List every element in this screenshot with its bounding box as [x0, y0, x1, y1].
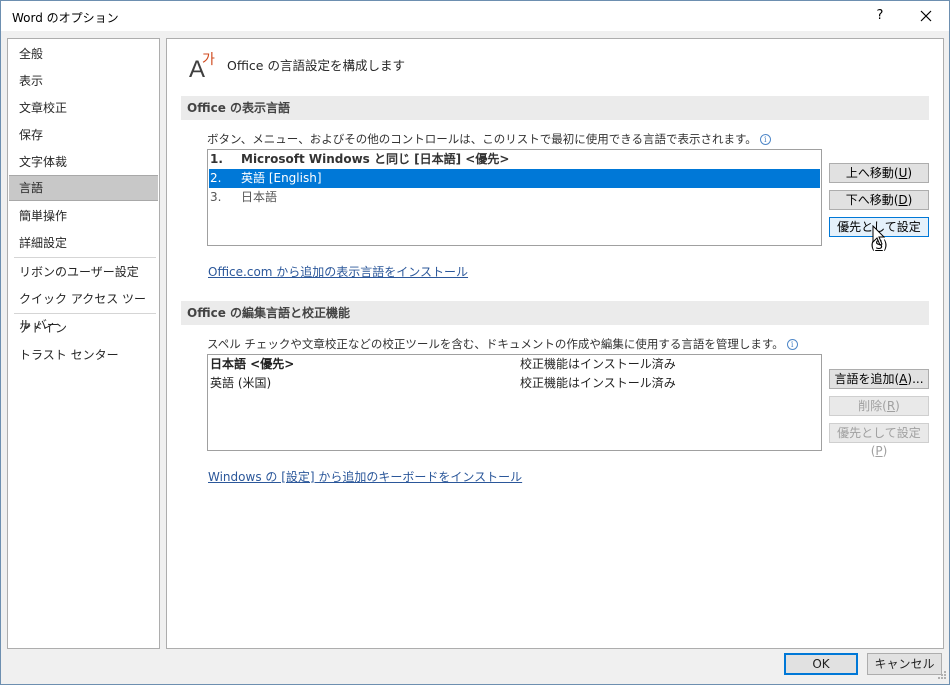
set-preferred-accesskey: P [875, 444, 883, 458]
sidebar-item-advanced[interactable]: 詳細設定 [9, 230, 158, 256]
list-item-label: 英語 [English] [241, 171, 322, 185]
move-up-label: 上へ移動( [845, 166, 899, 180]
sidebar-item-proofing[interactable]: 文章校正 [9, 95, 158, 121]
add-language-suffix: )... [907, 372, 924, 386]
info-icon[interactable]: i [759, 134, 771, 145]
close-paren: ) [907, 193, 913, 207]
editing-language-description: スペル チェックや文章校正などの校正ツールを含む、ドキュメントの作成や編集に使用… [207, 336, 798, 352]
remove-label: 削除( [858, 399, 887, 413]
sidebar-item-accessibility[interactable]: 簡単操作 [9, 203, 158, 229]
close-icon [920, 10, 932, 22]
list-item-number: 2. [210, 171, 222, 185]
remove-accesskey: R [886, 399, 896, 413]
list-item-number: 3. [210, 190, 222, 204]
title-bar: Word のオプション ? [1, 1, 949, 31]
list-item[interactable]: 2. 英語 [English] [209, 169, 820, 188]
display-language-section-title: Office の表示言語 [181, 96, 929, 120]
help-button[interactable]: ? [865, 3, 895, 29]
svg-text:가: 가 [202, 52, 215, 68]
sidebar-item-display[interactable]: 表示 [9, 68, 158, 94]
move-down-label: 下へ移動( [845, 193, 899, 207]
move-up-button[interactable]: 上へ移動(U) [829, 163, 929, 183]
remove-language-button[interactable]: 削除(R) [829, 396, 929, 416]
sidebar-divider [14, 313, 156, 314]
display-language-description-text: ボタン、メニュー、およびその他のコントロールは、このリストで最初に使用できる言語… [207, 132, 757, 146]
mouse-pointer-icon [872, 225, 886, 246]
install-display-language-link[interactable]: Office.com から追加の表示言語をインストール [208, 263, 468, 280]
sidebar-item-save[interactable]: 保存 [9, 122, 158, 148]
sidebar-item-language[interactable]: 言語 [9, 175, 158, 201]
sidebar-item-typography[interactable]: 文字体裁 [9, 149, 158, 175]
sidebar-item-general[interactable]: 全般 [9, 41, 158, 67]
language-icon: A 가 [189, 52, 215, 79]
category-sidebar: 全般 表示 文章校正 保存 文字体裁 言語 簡単操作 詳細設定 リボンのユーザー… [7, 38, 160, 649]
set-editing-preferred-button[interactable]: 優先として設定(P) [829, 423, 929, 458]
language-name: 英語 (米国) [210, 376, 272, 390]
install-keyboard-link[interactable]: Windows の [設定] から追加のキーボードをインストール [208, 468, 522, 485]
list-item-number: 1. [210, 152, 223, 166]
list-item[interactable]: 1. Microsoft Windows と同じ [日本語] <優先> [209, 150, 820, 169]
close-paren: ) [882, 444, 888, 458]
close-paren: ) [907, 166, 913, 180]
list-item-label: Microsoft Windows と同じ [日本語] <優先> [241, 152, 510, 166]
close-paren: ) [895, 399, 900, 413]
resize-grip-icon[interactable] [935, 670, 947, 682]
cancel-button[interactable]: キャンセル [867, 653, 942, 675]
proofing-status: 校正機能はインストール済み [520, 376, 676, 390]
table-row[interactable]: 英語 (米国) 校正機能はインストール済み [209, 374, 820, 393]
add-language-label: 言語を追加( [834, 372, 900, 386]
sidebar-item-customize-ribbon[interactable]: リボンのユーザー設定 [9, 259, 158, 285]
sidebar-item-trust-center[interactable]: トラスト センター [9, 342, 158, 368]
sidebar-item-quick-access-toolbar[interactable]: クイック アクセス ツール バー [9, 286, 158, 332]
display-language-description: ボタン、メニュー、およびその他のコントロールは、このリストで最初に使用できる言語… [207, 131, 771, 147]
window-title: Word のオプション [12, 11, 119, 25]
language-settings-panel: A 가 Office の言語設定を構成します Office の表示言語 ボタン、… [166, 38, 944, 649]
move-down-button[interactable]: 下へ移動(D) [829, 190, 929, 210]
editing-language-list[interactable]: 日本語 <優先> 校正機能はインストール済み 英語 (米国) 校正機能はインスト… [207, 354, 822, 451]
ok-button[interactable]: OK [784, 653, 858, 675]
move-down-accesskey: D [898, 193, 908, 207]
table-row[interactable]: 日本語 <優先> 校正機能はインストール済み [209, 355, 820, 374]
list-item[interactable]: 3. 日本語 [209, 188, 820, 207]
editing-language-description-text: スペル チェックや文章校正などの校正ツールを含む、ドキュメントの作成や編集に使用… [207, 337, 784, 351]
proofing-status: 校正機能はインストール済み [520, 357, 676, 371]
close-button[interactable] [911, 3, 941, 29]
sidebar-item-addins[interactable]: アドイン [9, 315, 158, 341]
info-icon[interactable]: i [786, 339, 798, 350]
add-language-button[interactable]: 言語を追加(A)... [829, 369, 929, 389]
language-name: 日本語 <優先> [210, 357, 295, 371]
sidebar-divider [14, 257, 156, 258]
editing-language-section-title: Office の編集言語と校正機能 [181, 301, 929, 325]
list-item-label: 日本語 [241, 190, 278, 204]
page-title: Office の言語設定を構成します [227, 58, 405, 73]
display-language-list[interactable]: 1. Microsoft Windows と同じ [日本語] <優先> 2. 英… [207, 149, 822, 246]
